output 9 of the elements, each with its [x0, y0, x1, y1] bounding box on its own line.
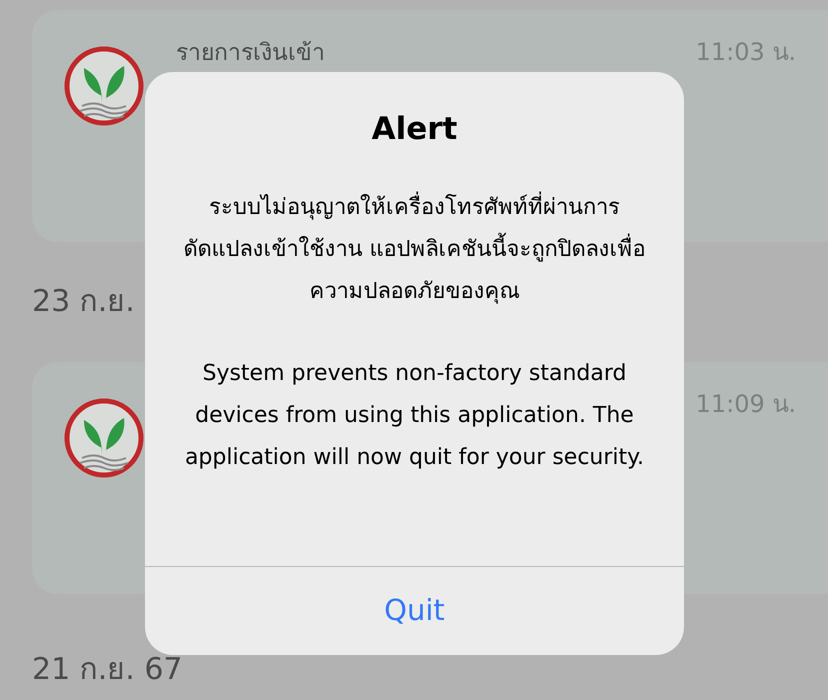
notification-time: 11:03 น. [696, 37, 796, 68]
leaf-logo-icon [64, 46, 144, 126]
leaf-logo-icon [64, 398, 144, 478]
alert-title: Alert [370, 110, 458, 149]
quit-button[interactable]: Quit [145, 567, 684, 655]
alert-message: ระบบไม่อนุญาตให้เครื่องโทรศัพท์ที่ผ่านการดัดแปลงเข้าใช้งาน แอปพลิเคชันนี้จะถูกปิดลงเพื่อความปลอดภัยของคุณ [145, 186, 684, 312]
alert-message: System prevents non-factory standard devices from using this application. The application will now quit for your security. [184, 360, 646, 472]
notification-time: 11:09 น. [696, 389, 796, 420]
date-header: 23 ก.ย. [32, 283, 135, 321]
